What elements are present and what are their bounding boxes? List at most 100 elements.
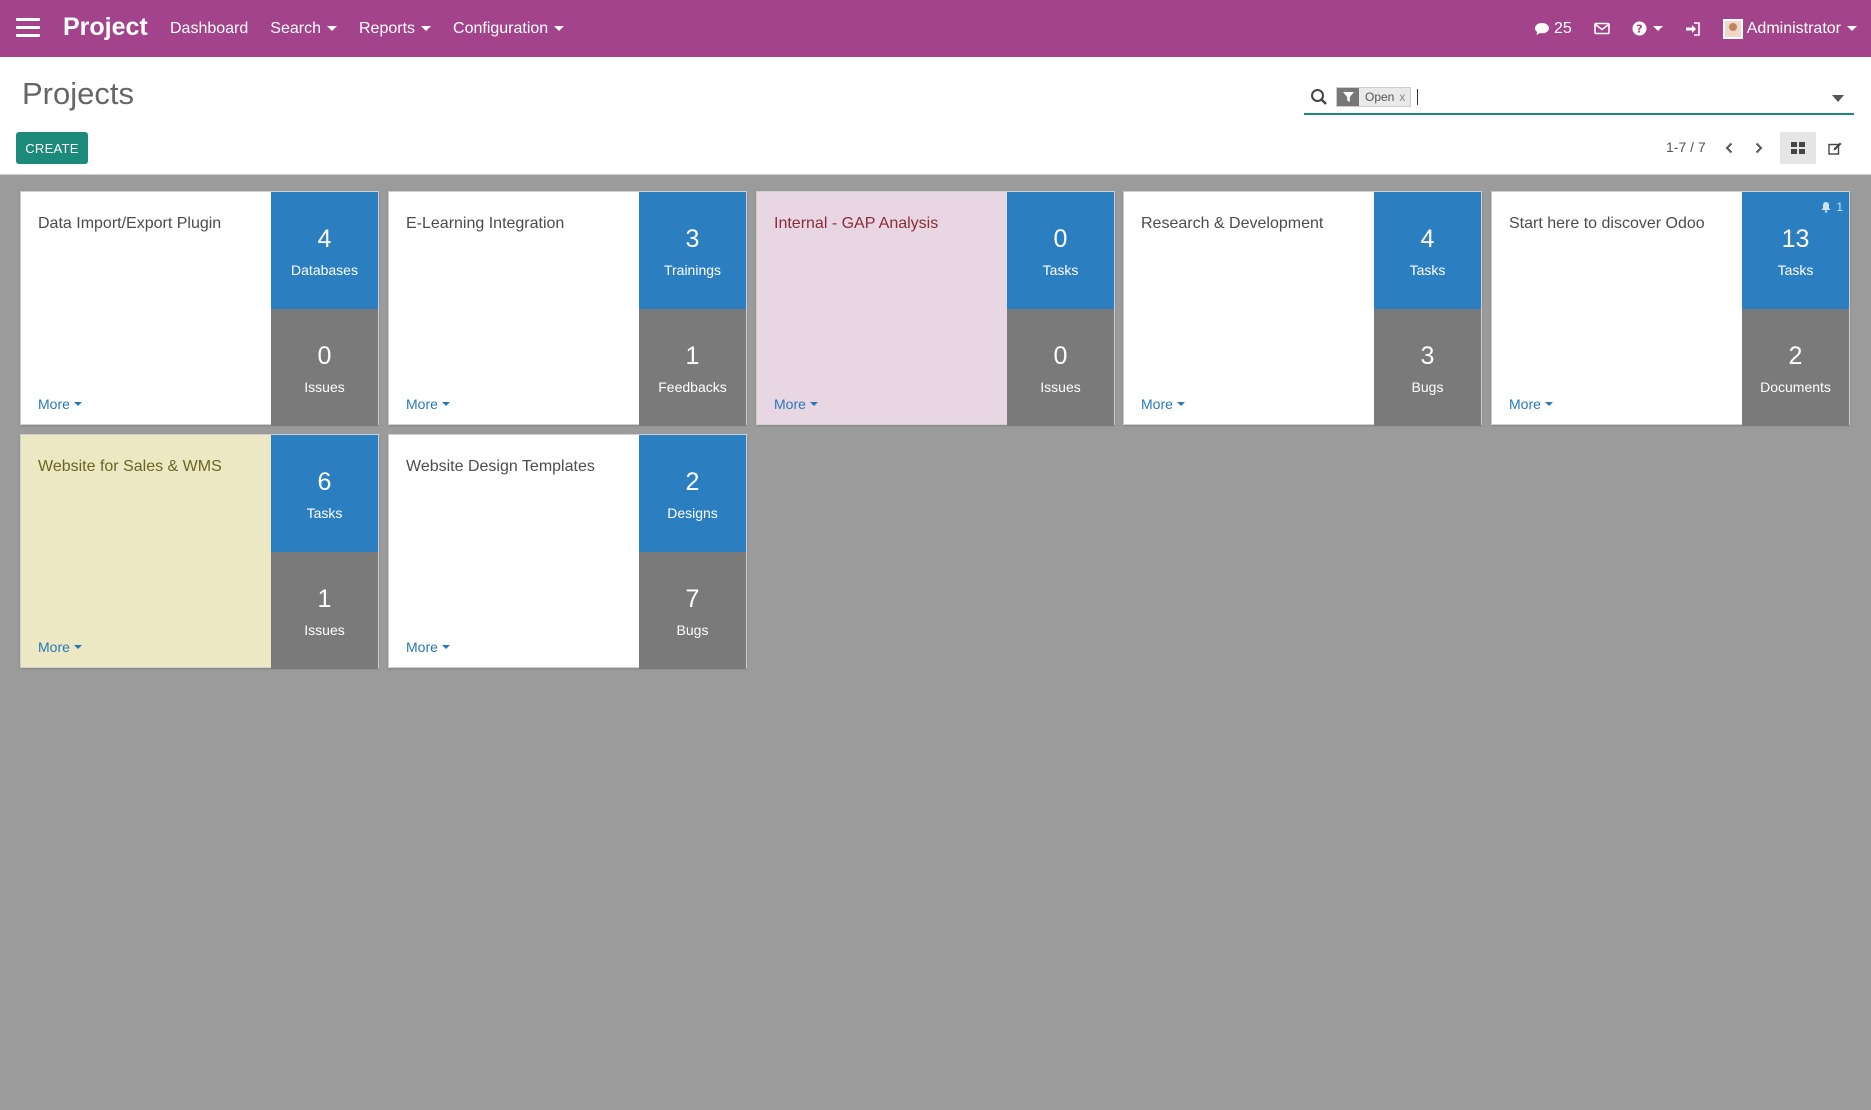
control-panel: Projects Open x CREATE 1-7 / 7: [0, 57, 1871, 175]
stat-count: 2: [685, 467, 700, 496]
chevron-down-icon: [421, 26, 432, 31]
stat-secondary[interactable]: 7 Bugs: [639, 552, 746, 669]
more-dropdown[interactable]: More: [774, 396, 818, 412]
stat-secondary[interactable]: 1 Issues: [271, 552, 378, 669]
project-card[interactable]: Internal - GAP Analysis More 0 Tasks 0 Iss…: [756, 191, 1115, 426]
stat-count: 2: [1788, 341, 1803, 370]
more-dropdown[interactable]: More: [1509, 396, 1553, 412]
stat-secondary[interactable]: 0 Issues: [271, 309, 378, 426]
stat-primary[interactable]: 0 Tasks: [1007, 192, 1114, 309]
menu-reports-label: Reports: [358, 19, 416, 37]
facet-remove-icon[interactable]: x: [1399, 90, 1410, 104]
sign-in-button[interactable]: [1685, 21, 1701, 36]
search-icon[interactable]: [1310, 88, 1328, 106]
menu-dashboard[interactable]: Dashboard: [170, 20, 248, 38]
project-name[interactable]: Internal - GAP Analysis: [774, 214, 994, 234]
stat-secondary[interactable]: 2 Documents: [1742, 309, 1849, 426]
project-name[interactable]: Data Import/Export Plugin: [38, 214, 258, 234]
search-options-toggle-icon[interactable]: [1832, 95, 1844, 102]
stat-primary[interactable]: 2 Designs: [639, 435, 746, 552]
bell-icon: [1821, 202, 1831, 213]
mail-button[interactable]: [1593, 22, 1610, 35]
chevron-down-icon: [554, 26, 565, 31]
app-brand[interactable]: Project: [63, 13, 148, 42]
stat-label: Tasks: [1409, 261, 1446, 278]
chat-bubble-icon: [1534, 22, 1549, 35]
stat-secondary[interactable]: 1 Feedbacks: [639, 309, 746, 426]
menu-reports[interactable]: Reports: [358, 19, 432, 38]
project-name[interactable]: Research & Development: [1141, 214, 1361, 234]
project-card[interactable]: Website for Sales & WMS More 6 Tasks 1 Iss…: [20, 434, 379, 669]
more-dropdown[interactable]: More: [406, 639, 450, 655]
stat-label: Issues: [304, 621, 345, 638]
stat-primary[interactable]: 6 Tasks: [271, 435, 378, 552]
menu-search[interactable]: Search: [270, 20, 337, 38]
kanban-view-button[interactable]: [1780, 132, 1816, 164]
stat-label: Bugs: [676, 621, 709, 638]
more-label: More: [1509, 396, 1541, 412]
project-card[interactable]: Data Import/Export Plugin More 4 Database…: [20, 191, 379, 426]
more-dropdown[interactable]: More: [406, 396, 450, 412]
chevron-down-icon: [326, 26, 337, 31]
stat-count: 0: [317, 341, 332, 370]
stat-label: Documents: [1760, 378, 1831, 395]
stat-primary[interactable]: 3 Trainings: [639, 192, 746, 309]
chevron-down-icon: [1847, 26, 1857, 31]
chevron-down-icon: [73, 402, 82, 406]
facet-label: Open: [1365, 90, 1395, 104]
stat-primary[interactable]: 1 13 Tasks: [1742, 192, 1849, 309]
stat-count: 6: [317, 467, 332, 496]
project-name[interactable]: Website for Sales & WMS: [38, 457, 258, 477]
messages-button[interactable]: 25: [1534, 20, 1572, 38]
chevron-down-icon: [441, 402, 450, 406]
user-menu[interactable]: Administrator: [1722, 18, 1857, 39]
more-label: More: [38, 396, 70, 412]
menu-search-label: Search: [270, 19, 321, 37]
form-view-button[interactable]: [1817, 132, 1853, 164]
search-input[interactable]: [1417, 89, 1778, 105]
chevron-down-icon: [1652, 26, 1663, 31]
stat-label: Tasks: [1777, 261, 1814, 278]
more-dropdown[interactable]: More: [38, 396, 82, 412]
edit-icon: [1828, 142, 1842, 155]
stat-primary[interactable]: 4 Databases: [271, 192, 378, 309]
search-facet[interactable]: Open x: [1336, 87, 1412, 107]
stat-label: Databases: [291, 261, 358, 278]
systray: 25 ? Administrator: [1512, 0, 1857, 57]
stat-secondary[interactable]: 0 Issues: [1007, 309, 1114, 426]
chevron-down-icon: [809, 402, 818, 406]
page-title: Projects: [22, 76, 134, 111]
stat-count: 3: [1420, 341, 1435, 370]
stat-count: 7: [685, 584, 700, 613]
project-card[interactable]: E-Learning Integration More 3 Trainings 1…: [388, 191, 747, 426]
stat-count: 4: [1420, 224, 1435, 253]
project-name[interactable]: Start here to discover Odoo: [1509, 214, 1729, 234]
more-label: More: [38, 639, 70, 655]
more-label: More: [406, 396, 438, 412]
stat-label: Trainings: [663, 261, 722, 278]
more-dropdown[interactable]: More: [38, 639, 82, 655]
help-button[interactable]: ?: [1632, 21, 1663, 36]
more-dropdown[interactable]: More: [1141, 396, 1185, 412]
messages-count: 25: [1553, 19, 1572, 37]
menu-configuration[interactable]: Configuration: [453, 20, 565, 38]
stat-label: Tasks: [306, 504, 343, 521]
stat-primary[interactable]: 4 Tasks: [1374, 192, 1481, 309]
stat-count: 13: [1781, 224, 1810, 253]
project-card[interactable]: Start here to discover Odoo More 1 13 Tas…: [1491, 191, 1850, 426]
svg-text:?: ?: [1636, 23, 1642, 36]
pager-previous-button[interactable]: [1717, 135, 1741, 161]
notification-indicator[interactable]: 1: [1820, 200, 1843, 214]
project-card[interactable]: Research & Development More 4 Tasks 3 Bugs: [1123, 191, 1482, 426]
stat-secondary[interactable]: 3 Bugs: [1374, 309, 1481, 426]
stat-label: Bugs: [1411, 378, 1444, 395]
pager-next-button[interactable]: [1747, 135, 1771, 161]
project-card[interactable]: Website Design Templates More 2 Designs 7…: [388, 434, 747, 669]
app-menu-icon[interactable]: [16, 18, 40, 38]
project-name[interactable]: Website Design Templates: [406, 457, 626, 477]
pager-value[interactable]: 1-7 / 7: [1666, 139, 1706, 155]
project-name[interactable]: E-Learning Integration: [406, 214, 626, 234]
search-bar[interactable]: Open x: [1304, 81, 1854, 115]
create-button[interactable]: CREATE: [16, 132, 88, 164]
user-name: Administrator: [1746, 19, 1841, 37]
